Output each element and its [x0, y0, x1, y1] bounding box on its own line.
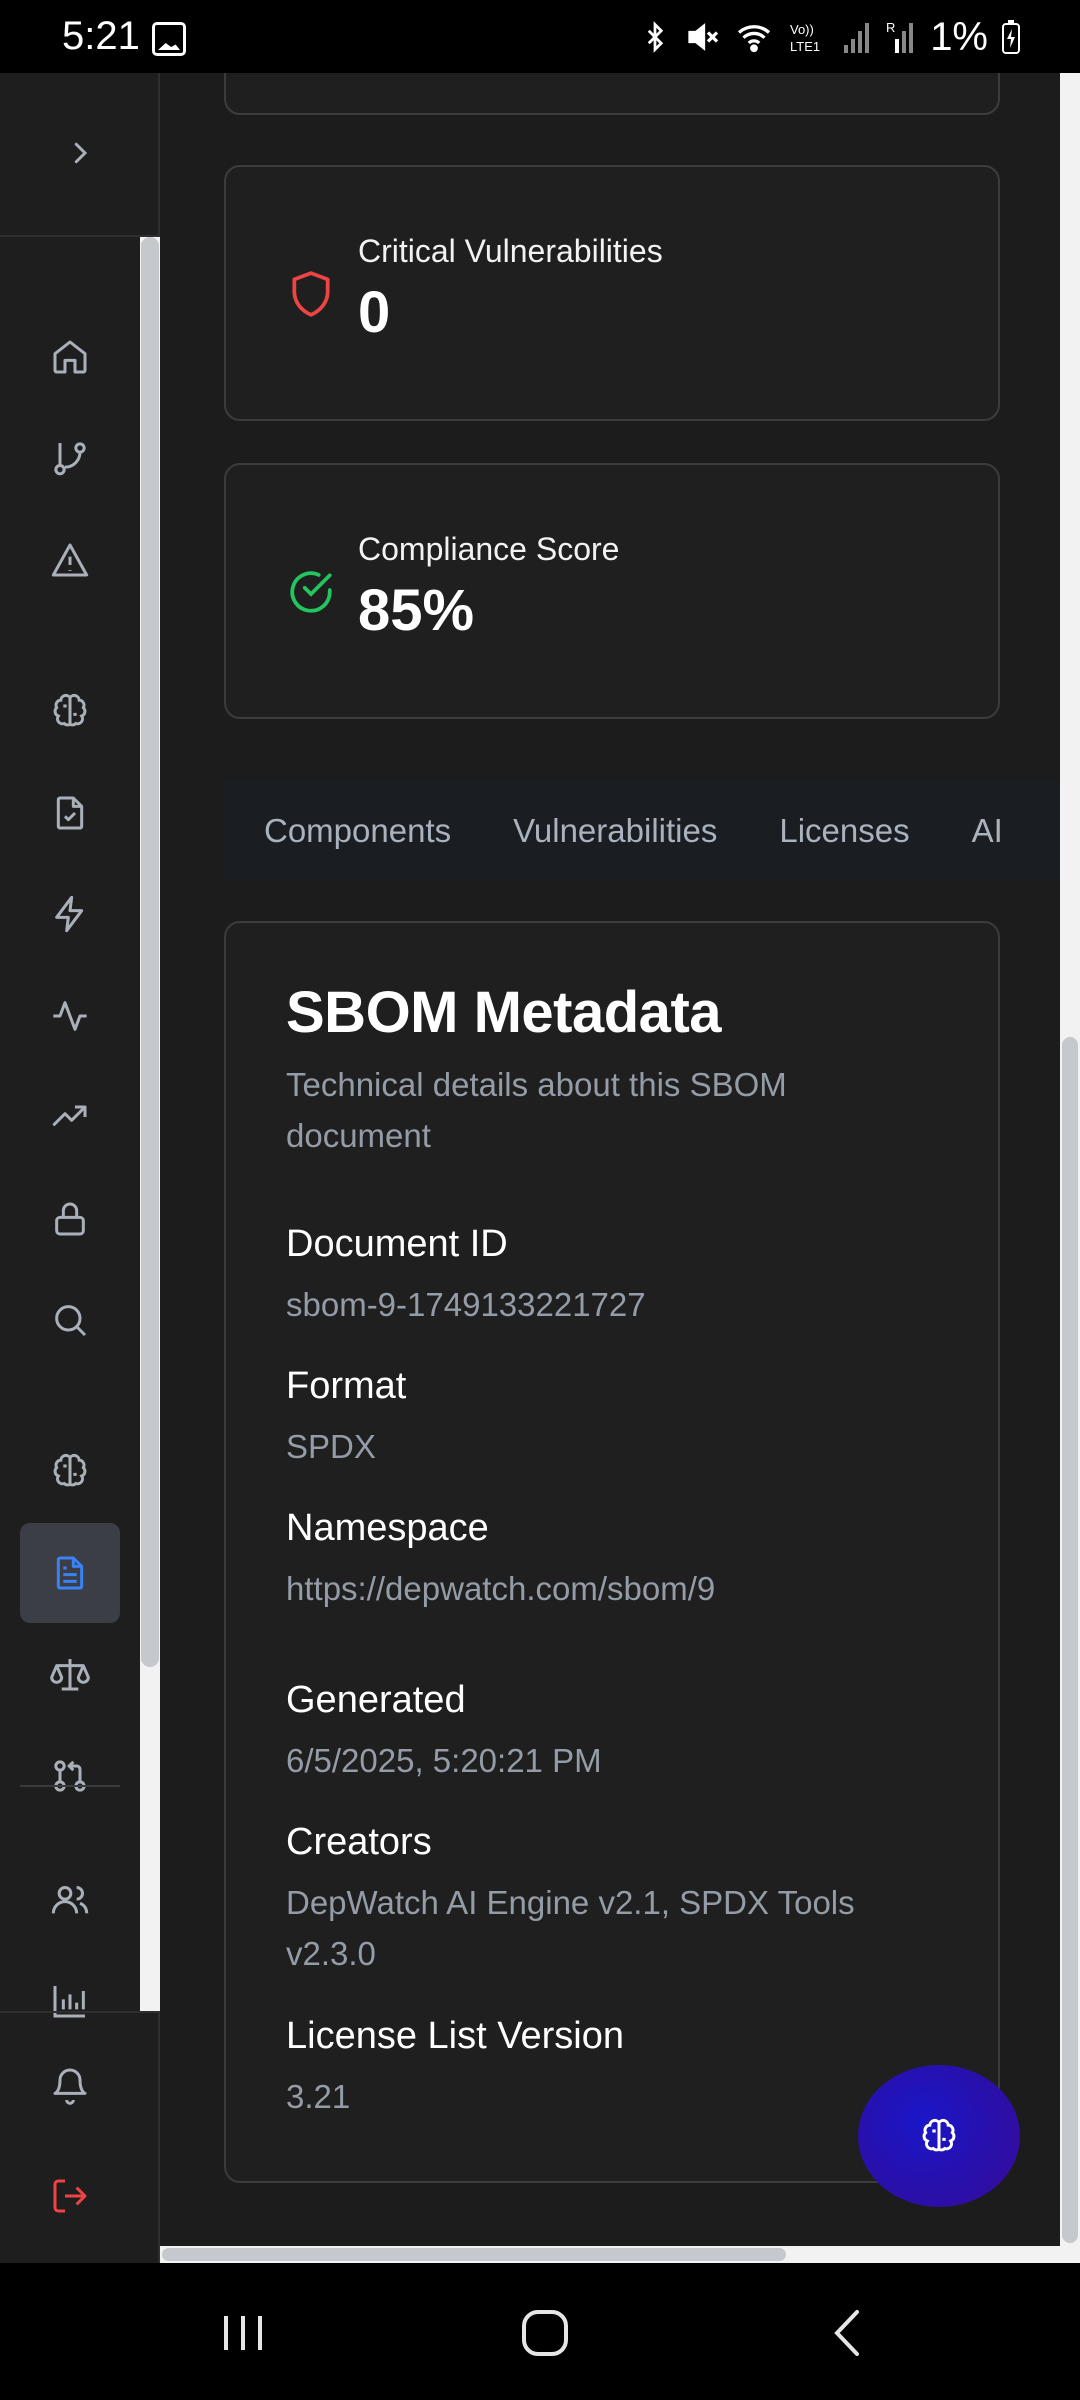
gallery-icon	[152, 22, 186, 56]
recents-button[interactable]	[203, 2293, 283, 2373]
home-button[interactable]	[505, 2293, 585, 2373]
file-check-icon	[56, 796, 84, 830]
sidebar-item-logout[interactable]	[20, 2146, 120, 2246]
sidebar-item-notifications[interactable]	[20, 2035, 120, 2135]
stat-value: 0	[358, 280, 391, 345]
stat-label: Critical Vulnerabilities	[358, 233, 663, 269]
chevron-right-icon	[74, 142, 88, 164]
page-scrollbar-thumb[interactable]	[1062, 1037, 1078, 2243]
home-icon	[53, 340, 87, 374]
field-label: Creators	[286, 1821, 432, 1863]
back-icon	[834, 2310, 859, 2356]
sidebar-item-alerts[interactable]	[20, 510, 120, 610]
battery-charging-icon	[1002, 20, 1020, 54]
ai-assistant-fab[interactable]	[858, 2065, 1020, 2207]
lock-icon	[55, 1202, 85, 1236]
check-circle-icon	[290, 571, 332, 613]
zap-icon	[55, 895, 84, 933]
sidebar-item-compliance[interactable]	[20, 763, 120, 863]
home-icon	[522, 2310, 568, 2356]
sidebar-item-home[interactable]	[20, 307, 120, 407]
tab-bar: Components Vulnerabilities Licenses AI	[224, 781, 1060, 881]
signal-roaming-icon: R	[886, 20, 914, 53]
tab-components[interactable]: Components	[224, 812, 482, 850]
shield-icon	[292, 271, 330, 317]
sidebar	[0, 73, 160, 2263]
system-icons: Vo)) LTE1 R 1%	[640, 14, 1020, 59]
bar-chart-icon	[53, 1986, 85, 2018]
sidebar-item-trends[interactable]	[20, 1067, 120, 1167]
card-subtitle: Technical details about this SBOM docume…	[286, 1066, 787, 1154]
field-label: Document ID	[286, 1223, 508, 1265]
sidebar-item-ai-insights[interactable]	[20, 661, 120, 761]
sidebar-scrollbar-thumb[interactable]	[141, 237, 159, 1667]
sidebar-item-pull-requests[interactable]	[20, 1726, 120, 1826]
signal-icon	[844, 23, 870, 53]
svg-text:R: R	[886, 20, 895, 35]
search-icon	[55, 1305, 87, 1337]
sidebar-item-branches[interactable]	[20, 408, 120, 508]
field-value: sbom-9-1749133221727	[286, 1286, 646, 1323]
git-branch-icon	[54, 442, 86, 476]
back-button[interactable]	[808, 2293, 888, 2373]
stat-value: 85%	[358, 578, 475, 643]
field-value: 6/5/2025, 5:20:21 PM	[286, 1742, 602, 1779]
stat-card-critical-vulnerabilities: Critical Vulnerabilities 0	[224, 165, 1000, 421]
file-text-icon	[56, 1556, 84, 1590]
field-value: SPDX	[286, 1428, 376, 1465]
sidebar-divider	[0, 235, 160, 237]
recents-icon	[224, 2316, 262, 2350]
field-label: Generated	[286, 1679, 466, 1721]
log-out-icon	[53, 2179, 87, 2213]
field-label: Namespace	[286, 1507, 489, 1549]
field-value: https://depwatch.com/sbom/9	[286, 1570, 716, 1607]
git-pull-request-icon	[54, 1760, 86, 1792]
sidebar-item-security[interactable]	[20, 1169, 120, 1269]
field-value: 3.21	[286, 2078, 351, 2115]
tab-ai[interactable]: AI	[941, 812, 1034, 850]
sidebar-expand-button[interactable]	[60, 133, 100, 173]
sbom-metadata-card: SBOM Metadata Technical details about th…	[224, 921, 1000, 2183]
status-bar: 5:21 Vo)) LTE1 R 1%	[0, 0, 1080, 73]
sidebar-item-team[interactable]	[20, 1850, 120, 1950]
wifi-icon	[738, 25, 771, 53]
sidebar-separator	[20, 1785, 120, 1787]
mute-icon	[688, 23, 719, 51]
sidebar-item-licenses[interactable]	[20, 1624, 120, 1724]
card-title: SBOM Metadata	[286, 980, 722, 1045]
app-window: Critical Vulnerabilities 0 Compliance Sc…	[0, 73, 1080, 2263]
tab-licenses[interactable]: Licenses	[748, 812, 940, 850]
brain-icon	[53, 693, 87, 727]
stat-label: Compliance Score	[358, 531, 620, 567]
sidebar-item-ai-assistant[interactable]	[20, 1421, 120, 1521]
field-label: License List Version	[286, 2015, 624, 2057]
volte-icon: Vo)) LTE1	[790, 22, 820, 54]
scale-icon	[50, 1659, 90, 1691]
field-value: DepWatch AI Engine v2.1, SPDX Tools v2.3…	[286, 1884, 855, 1972]
brain-icon	[53, 1453, 87, 1487]
svg-text:LTE1: LTE1	[790, 39, 820, 54]
main-content: Critical Vulnerabilities 0 Compliance Sc…	[160, 73, 1060, 2263]
brain-icon	[922, 2118, 956, 2152]
alert-triangle-icon	[51, 543, 89, 577]
horizontal-scrollbar-thumb[interactable]	[162, 2248, 786, 2261]
sidebar-item-search[interactable]	[20, 1270, 120, 1370]
sidebar-footer-divider	[0, 2011, 160, 2013]
field-label: Format	[286, 1365, 407, 1407]
system-navigation-bar	[0, 2263, 1080, 2400]
stat-card-compliance-score: Compliance Score 85%	[224, 463, 1000, 719]
previous-card	[224, 73, 1000, 115]
sidebar-item-activity[interactable]	[20, 966, 120, 1066]
sidebar-item-sbom[interactable]	[20, 1523, 120, 1623]
bluetooth-icon	[647, 21, 664, 53]
trending-up-icon	[52, 1105, 87, 1127]
users-icon	[51, 1886, 89, 1914]
svg-text:Vo)): Vo))	[790, 22, 814, 37]
clock: 5:21	[62, 14, 140, 58]
bell-icon	[53, 2068, 87, 2105]
sidebar-item-automation[interactable]	[20, 864, 120, 964]
tab-vulnerabilities[interactable]: Vulnerabilities	[482, 812, 748, 850]
battery-level: 1%	[930, 14, 988, 59]
activity-icon	[53, 1001, 87, 1031]
